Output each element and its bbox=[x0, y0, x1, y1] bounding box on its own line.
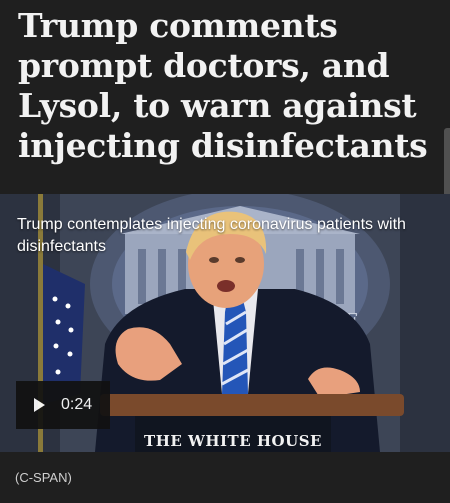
video-duration: 0:24 bbox=[61, 396, 93, 413]
play-button[interactable]: 0:24 bbox=[16, 381, 110, 429]
article-headline: Trump comments prompt doctors, and Lysol… bbox=[18, 6, 428, 165]
video-title: Trump contemplates injecting coronavirus… bbox=[17, 216, 406, 255]
video-credit: (C-SPAN) bbox=[15, 470, 72, 485]
podium-text: THE WHITE HOUSE bbox=[144, 432, 322, 450]
play-icon bbox=[34, 398, 45, 412]
